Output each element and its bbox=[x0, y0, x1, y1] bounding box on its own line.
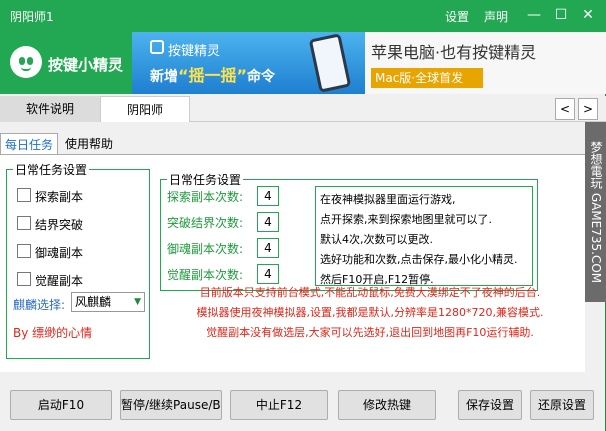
checkbox-label: 探索副本 bbox=[35, 190, 84, 204]
tab-yys[interactable]: 阴阳师 bbox=[100, 96, 190, 122]
soul-count-input[interactable]: 4 bbox=[257, 238, 279, 258]
tab-software-info[interactable]: 软件说明 bbox=[0, 96, 100, 122]
tab-next-button[interactable]: > bbox=[578, 98, 598, 120]
phone-icon bbox=[308, 33, 352, 93]
pause-button[interactable]: 暂停/继续Pause/Break bbox=[120, 390, 222, 420]
app-window: 阴阳师1 设置 声明 — ☐ ✕ 按键小精灵 按键精灵 新增“摇一摇”命令 苹果… bbox=[0, 0, 606, 431]
checkbox-label: 觉醒副本 bbox=[35, 274, 84, 288]
qilin-select[interactable]: 风麒麟 ▼ bbox=[71, 292, 145, 312]
maximize-button[interactable]: ☐ bbox=[550, 4, 572, 26]
header: 按键小精灵 按键精灵 新增“摇一摇”命令 苹果电脑·也有按键精灵 Mac版·全球… bbox=[0, 32, 606, 94]
count-label: 突破结界次数: bbox=[167, 216, 244, 230]
monitor-icon bbox=[150, 40, 164, 54]
stop-button[interactable]: 中止F12 bbox=[230, 390, 328, 420]
checkbox-label: 御魂副本 bbox=[35, 246, 84, 260]
ad-banner[interactable]: 按键精灵 新增“摇一摇”命令 苹果电脑·也有按键精灵 Mac版·全球首发 bbox=[132, 32, 606, 94]
minimize-button[interactable]: — bbox=[523, 4, 545, 26]
instructions-box: 在夜神模拟器里面运行游戏, 点开探索,来到探索地图里就可以了. 默认4次,次数可… bbox=[315, 186, 533, 286]
banner-left: 按键精灵 新增“摇一摇”命令 bbox=[132, 32, 365, 94]
instruction-line: 默认4次,次数可以更改. bbox=[320, 233, 433, 246]
checkbox-breakthrough[interactable] bbox=[17, 216, 31, 230]
count-label: 御魂副本次数: bbox=[167, 242, 244, 256]
daily-task-group: 日常任务设置 探索副本 结界突破 御魂副本 觉醒副本 麒麟选择: 风麒麟 ▼ B… bbox=[6, 161, 150, 359]
window-title: 阴阳师1 bbox=[10, 10, 54, 24]
instruction-line: 在夜神模拟器里面运行游戏, bbox=[320, 193, 456, 206]
tab-usage-help[interactable]: 使用帮助 bbox=[58, 133, 120, 155]
banner-right: 苹果电脑·也有按键精灵 Mac版·全球首发 bbox=[365, 32, 606, 94]
restore-settings-button[interactable]: 还原设置 bbox=[530, 390, 594, 420]
checkbox-awaken[interactable] bbox=[17, 272, 31, 286]
banner-brand: 按键精灵 bbox=[168, 44, 221, 59]
qilin-value: 风麒麟 bbox=[75, 295, 112, 309]
instruction-line: 点开探索,来到探索地图里就可以了. bbox=[320, 213, 492, 226]
count-group: 日常任务设置 探索副本次数: 4 突破结界次数: 4 御魂副本次数: 4 觉醒副… bbox=[160, 171, 538, 291]
awaken-count-input[interactable]: 4 bbox=[257, 264, 279, 284]
daily-tasks-panel: 日常任务设置 探索副本 结界突破 御魂副本 觉醒副本 麒麟选择: 风麒麟 ▼ B… bbox=[0, 154, 585, 372]
notice-text: 目前版本只支持前台模式,不能乱动鼠标,免费大漠绑定不了夜神的后台. 模拟器使用夜… bbox=[160, 283, 580, 343]
main-tabs: 软件说明 阴阳师 < > bbox=[0, 96, 606, 122]
checkbox-label: 结界突破 bbox=[35, 218, 84, 232]
start-button[interactable]: 启动F10 bbox=[10, 390, 112, 420]
notice-line: 目前版本只支持前台模式,不能乱动鼠标,免费大漠绑定不了夜神的后台. bbox=[199, 286, 541, 299]
tab-daily-tasks[interactable]: 每日任务 bbox=[0, 133, 58, 155]
group-title: 日常任务设置 bbox=[167, 171, 244, 188]
notice-line: 觉醒副本没有做选层,大家可以先选好,退出回到地图再F10运行辅助. bbox=[206, 326, 534, 339]
instruction-line: 选好功能和次数,点击保存,最小化小精灵. bbox=[320, 253, 518, 266]
notice-line: 模拟器使用夜神模拟器,设置,我都是默认,分辨率是1280*720,兼容模式. bbox=[196, 306, 544, 319]
hotkey-button[interactable]: 修改热键 bbox=[338, 390, 436, 420]
mac-tag: Mac版·全球首发 bbox=[371, 68, 483, 88]
checkbox-explore[interactable] bbox=[17, 188, 31, 202]
inner-tabs: 每日任务 使用帮助 bbox=[0, 133, 585, 155]
explore-count-input[interactable]: 4 bbox=[257, 186, 279, 206]
save-settings-button[interactable]: 保存设置 bbox=[458, 390, 522, 420]
declare-menu[interactable]: 声明 bbox=[484, 8, 508, 25]
title-bar: 阴阳师1 设置 声明 — ☐ ✕ bbox=[0, 0, 606, 32]
logo-icon bbox=[10, 46, 42, 78]
qilin-label: 麒麟选择: bbox=[13, 298, 66, 312]
checkbox-soul[interactable] bbox=[17, 244, 31, 258]
count-label: 探索副本次数: bbox=[167, 190, 244, 204]
settings-menu[interactable]: 设置 bbox=[445, 8, 469, 25]
close-button[interactable]: ✕ bbox=[577, 4, 599, 26]
site-watermark: 梦想電玩 GAME735.COM bbox=[585, 122, 606, 302]
tab-prev-button[interactable]: < bbox=[555, 98, 575, 120]
banner-slogan: 新增“摇一摇”命令 bbox=[150, 66, 276, 85]
count-label: 觉醒副本次数: bbox=[167, 268, 244, 282]
author-credit: By 缥缈的心情 bbox=[13, 326, 93, 340]
banner-headline: 苹果电脑·也有按键精灵 bbox=[371, 43, 537, 62]
group-title: 日常任务设置 bbox=[13, 161, 90, 178]
breakthrough-count-input[interactable]: 4 bbox=[257, 212, 279, 232]
dropdown-arrow-icon: ▼ bbox=[134, 297, 141, 307]
brand-name: 按键小精灵 bbox=[48, 56, 124, 74]
